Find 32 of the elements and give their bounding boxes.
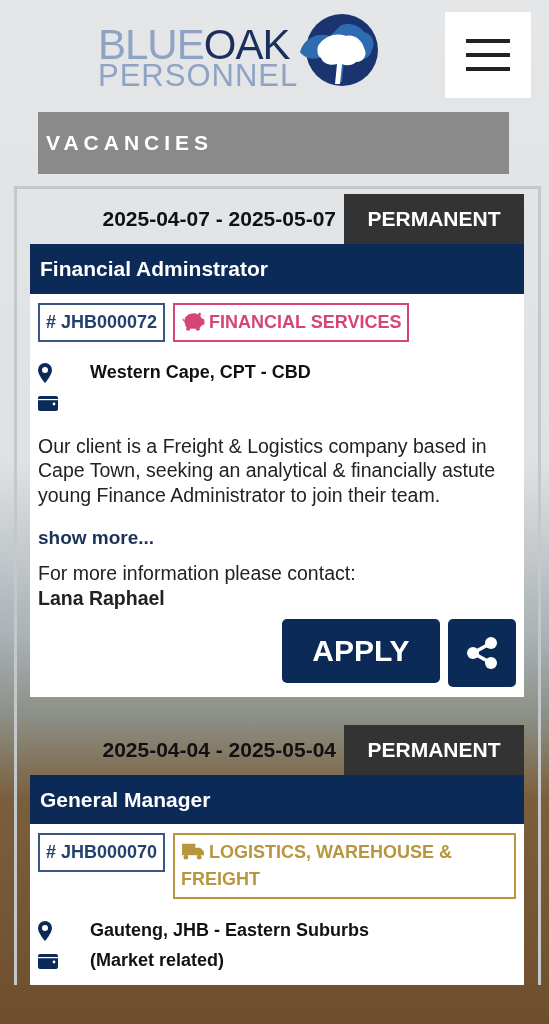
category-tag: FINANCIAL SERVICES	[173, 302, 410, 342]
job-description: Our client is a Freight & Logistics company based in Cape Town, seeking an analytical & financially astute young Finance Administrator to join their team.	[38, 433, 497, 509]
wallet-icon	[38, 952, 58, 970]
map-pin-icon	[38, 363, 52, 384]
contact-name: Lana Raphael	[38, 585, 166, 611]
category-tag: LOGISTICS, WAREHOUSE & FREIGHT	[173, 833, 516, 900]
section-title: VACANCIES	[38, 112, 509, 174]
salary-text: (Market related)	[90, 948, 225, 972]
date-range: 2025-04-07 - 2025-05-07	[102, 206, 337, 233]
piggy-bank-icon	[181, 310, 206, 331]
map-pin-icon	[38, 921, 52, 942]
truck-icon	[181, 841, 206, 862]
location-text: Gauteng, JHB - Eastern Suburbs	[90, 918, 370, 942]
job-type-badge: PERMANENT	[344, 194, 524, 244]
logo-text: PERSONNEL	[98, 62, 299, 89]
logo-text: OAK	[203, 27, 290, 63]
show-more-link[interactable]: show more...	[38, 524, 155, 553]
reference-tag: # JHB000072	[38, 302, 166, 342]
job-type-badge: PERMANENT	[344, 724, 524, 775]
share-button[interactable]	[448, 618, 516, 687]
share-icon	[467, 636, 497, 669]
job-title[interactable]: General Manager	[30, 774, 524, 825]
logo-text: BLUE	[98, 27, 204, 63]
wallet-icon	[38, 394, 58, 412]
apply-button[interactable]: APPLY	[282, 618, 440, 683]
date-range: 2025-04-04 - 2025-05-04	[102, 737, 337, 763]
menu-button[interactable]	[445, 12, 531, 98]
menu-icon	[466, 39, 510, 71]
job-title[interactable]: Financial Adminstrator	[30, 244, 524, 294]
reference-tag: # JHB000070	[38, 833, 166, 873]
location-text: Western Cape, CPT - CBD	[90, 361, 311, 384]
contact-label: For more information please contact:	[38, 560, 357, 586]
